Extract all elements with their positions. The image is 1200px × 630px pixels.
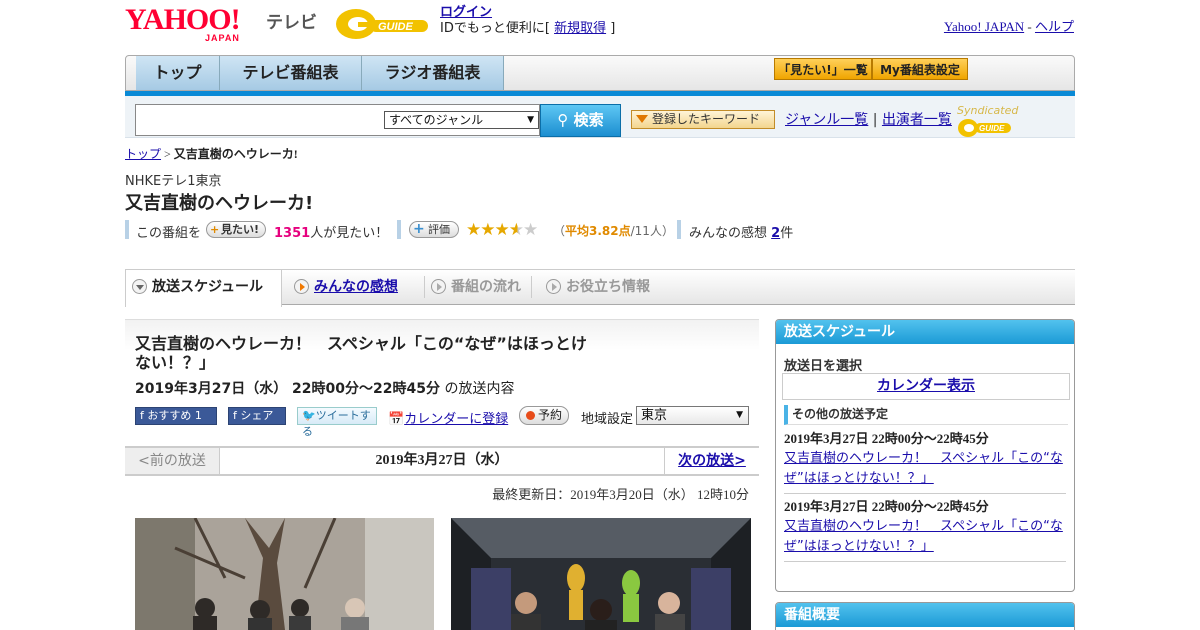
sidebar-header: 放送スケジュール [776, 320, 1074, 344]
sidebar-overview: 番組概要 [775, 602, 1075, 630]
help-link[interactable]: ヘルプ [1035, 19, 1074, 34]
episode-photo-forest [135, 518, 434, 630]
calendar-view-link[interactable]: カレンダー表示 [782, 373, 1070, 400]
login-message-end: ] [610, 21, 616, 36]
plus-icon: + [210, 223, 220, 236]
facebook-recommend-button[interactable]: f おすすめ 1 [135, 407, 217, 425]
this-program-label: この番組を [136, 226, 202, 241]
want-to-watch-button[interactable]: + 見たい! [206, 221, 267, 238]
calendar-icon: 📅 [388, 412, 405, 427]
sidebar-schedule: 放送スケジュール 放送日を選択 カレンダー表示 その他の放送予定 2019年3月… [775, 319, 1075, 592]
select-date-label: 放送日を選択 [784, 359, 863, 374]
record-dot-icon [526, 411, 535, 420]
syndicated-gguide-logo: Syndicated GUIDE [957, 104, 1075, 139]
previous-broadcast-button[interactable]: <前の放送 [125, 448, 220, 474]
schedule-item: 2019年3月27日 22時00分～22時45分 又吉直樹のヘウレーカ！ スペシ… [784, 429, 1066, 489]
region-label: 地域設定 [581, 412, 634, 427]
program-title: 又吉直樹のヘウレーカ! [125, 193, 314, 214]
impressions-count: みんなの感想 2件 [689, 226, 794, 241]
registered-keywords-button[interactable]: 登録したキーワード [631, 110, 775, 129]
schedule-item: 2019年3月27日 22時00分～22時45分 又吉直樹のヘウレーカ！ スペシ… [784, 497, 1066, 557]
other-broadcasts-header: その他の放送予定 [784, 405, 1068, 425]
login-box: ログイン IDでもっと便利に[ 新規取得 ] [440, 5, 615, 37]
play-arrow-icon [546, 279, 561, 294]
episode-date: 2019年3月27日（水） 22時00分～22時45分 の放送内容 [135, 381, 515, 397]
twitter-bird-icon: 🐦 [302, 409, 316, 422]
signup-link[interactable]: 新規取得 [554, 21, 606, 36]
global-nav: トップ テレビ番組表 ラジオ番組表 「見たい!」一覧 My番組表設定 [125, 55, 1075, 96]
performer-list-link[interactable]: 出演者一覧 [882, 112, 952, 128]
breadcrumb-current: 又吉直樹のヘウレーカ! [173, 147, 298, 161]
schedule-item-link[interactable]: 又吉直樹のヘウレーカ！ スペシャル「この“なぜ”はほっとけない！？」 [784, 517, 1066, 557]
svg-text:GUIDE: GUIDE [378, 21, 414, 33]
search-bar: すべてのジャンル ▼ ⚲ 検索 登録したキーワード ジャンル一覧 | 出演者一覧… [125, 96, 1075, 138]
tv-label: テレビ [266, 13, 317, 33]
login-message: IDでもっと便利に[ [440, 21, 550, 36]
next-broadcast-link[interactable]: 次の放送> [664, 448, 759, 474]
play-arrow-icon [294, 279, 309, 294]
breadcrumb-top-link[interactable]: トップ [125, 147, 161, 161]
content-tabs: 放送スケジュール みんなの感想 番組の流れ お役立ち情報 [125, 269, 1075, 307]
nav-tab-tv-schedule[interactable]: テレビ番組表 [220, 56, 362, 90]
plus-icon: + [413, 221, 425, 237]
nav-tab-radio-schedule[interactable]: ラジオ番組表 [362, 56, 504, 90]
rating-stars: ★★★★★ [466, 220, 538, 240]
tab-broadcast-schedule[interactable]: 放送スケジュール [125, 270, 282, 307]
schedule-item-link[interactable]: 又吉直樹のヘウレーカ！ スペシャル「この“なぜ”はほっとけない！？」 [784, 449, 1066, 489]
triangle-icon [636, 115, 648, 123]
nav-tab-top[interactable]: トップ [136, 56, 220, 90]
my-schedule-button[interactable]: My番組表設定 [872, 58, 968, 80]
top-right-links: Yahoo! JAPAN - ヘルプ [943, 19, 1074, 34]
add-to-calendar[interactable]: 📅カレンダーに登録 [388, 408, 508, 427]
down-arrow-icon [132, 279, 147, 294]
login-link[interactable]: ログイン [440, 5, 492, 20]
search-links: ジャンル一覧 | 出演者一覧 [785, 112, 952, 128]
tab-useful-info[interactable]: お役立ち情報 [540, 270, 670, 304]
search-icon: ⚲ [557, 111, 574, 129]
tab-impressions[interactable]: みんなの感想 [288, 270, 425, 304]
search-button[interactable]: ⚲ 検索 [540, 104, 621, 137]
episode-title: 又吉直樹のヘウレーカ！ スペシャル「この“なぜ”はほっとけない！？」 [135, 334, 587, 372]
program-meta-row: この番組を + 見たい! 1351人が見たい！ + 評価 ★★★★★ （平均3.82… [125, 220, 825, 241]
dropdown-arrow-icon: ▼ [527, 115, 534, 125]
current-broadcast-date: 2019年3月27日（水） [375, 453, 509, 468]
want-list-button[interactable]: 「見たい!」一覧 [774, 58, 872, 80]
last-updated: 最終更新日：2019年3月20日（水） 12時10分 [492, 487, 749, 502]
breadcrumb: トップ > 又吉直樹のヘウレーカ! [125, 147, 298, 161]
region-select[interactable]: 東京 ▼ [636, 406, 749, 425]
rate-button[interactable]: + 評価 [409, 221, 459, 238]
broadcast-pager: <前の放送 2019年3月27日（水） 次の放送> [125, 446, 759, 476]
yahoo-japan-logo[interactable]: YAHOO! JAPAN [125, 5, 261, 44]
tweet-button[interactable]: 🐦ツイートする [297, 407, 377, 438]
genre-select[interactable]: すべてのジャンル ▼ [384, 111, 539, 129]
want-count: 1351人が見たい！ [274, 226, 389, 241]
gguide-logo: GUIDE [334, 6, 434, 42]
average-rating: （平均3.82点/11人） [553, 224, 674, 238]
overview-header: 番組概要 [776, 603, 1074, 627]
episode-photo-bus [451, 518, 751, 630]
dropdown-arrow-icon: ▼ [736, 410, 743, 420]
tab-program-flow[interactable]: 番組の流れ [425, 270, 532, 304]
episode-header: 又吉直樹のヘウレーカ！ スペシャル「この“なぜ”はほっとけない！？」 2019年… [125, 319, 759, 438]
yahoo-japan-link[interactable]: Yahoo! JAPAN [944, 19, 1024, 34]
channel-name: NHKEテレ1東京 [125, 174, 222, 189]
reserve-button[interactable]: 予約 [519, 406, 569, 425]
play-arrow-icon [431, 279, 446, 294]
genre-list-link[interactable]: ジャンル一覧 [785, 112, 868, 128]
svg-text:GUIDE: GUIDE [979, 124, 1005, 133]
facebook-share-button[interactable]: f シェア [228, 407, 286, 425]
